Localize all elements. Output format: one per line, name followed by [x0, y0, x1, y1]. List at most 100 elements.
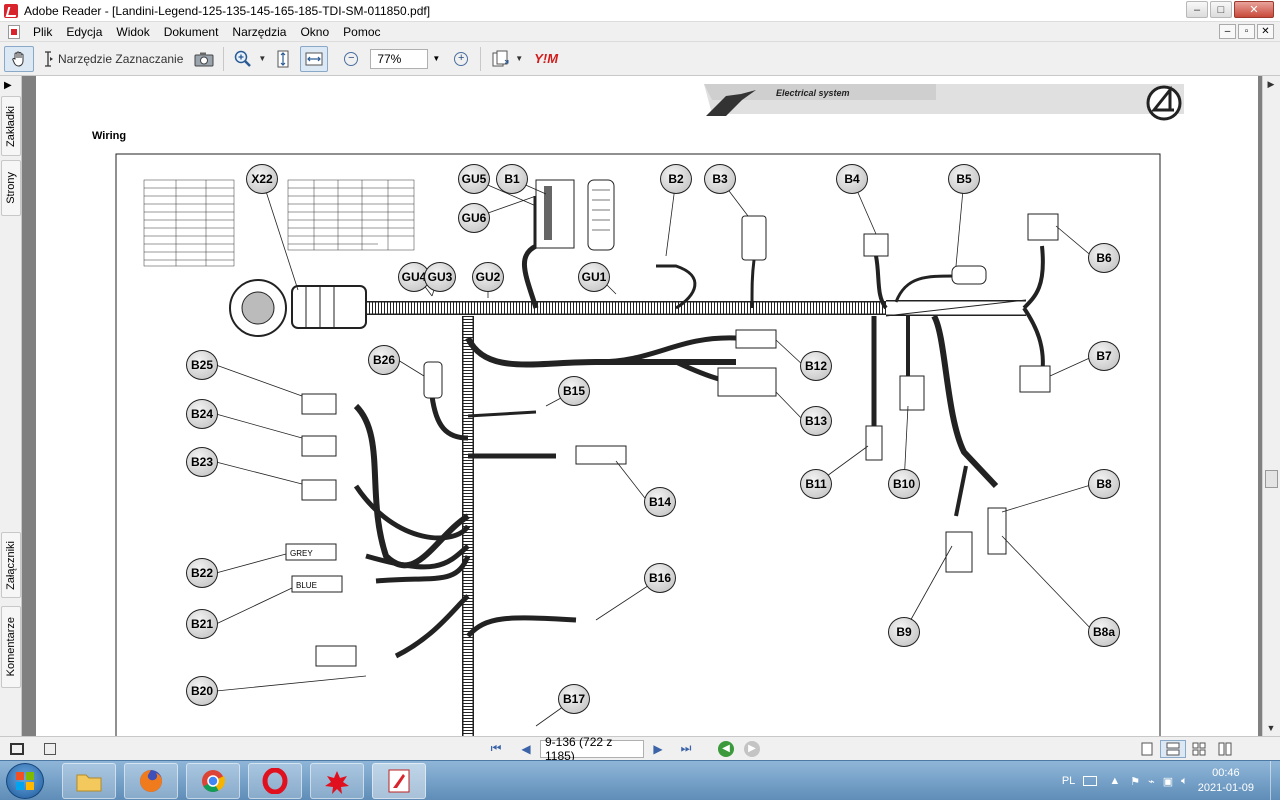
facing-view-button[interactable] — [1186, 740, 1212, 758]
callout-b8: B8 — [1088, 469, 1120, 499]
callout-b9: B9 — [888, 617, 920, 647]
page-number-input[interactable]: 9-136 (722 z 1185) — [540, 735, 644, 763]
scroll-down-arrow-icon[interactable]: ▼ — [1263, 719, 1279, 736]
zoom-out-button[interactable]: − — [338, 46, 364, 72]
menu-file[interactable]: Plik — [26, 25, 59, 39]
minimize-button[interactable]: – — [1186, 1, 1208, 18]
page-thumbnail-icon[interactable] — [44, 742, 56, 755]
network-icon[interactable]: ▣ — [1163, 775, 1173, 788]
callout-b8a: B8a — [1088, 617, 1120, 647]
callout-b1: B1 — [496, 164, 528, 194]
maximize-button[interactable]: □ — [1210, 1, 1232, 18]
doc-minimize-button[interactable]: – — [1219, 24, 1236, 39]
single-page-view-button[interactable] — [1134, 740, 1160, 758]
taskbar-chrome[interactable] — [186, 763, 240, 799]
taskbar-app-red[interactable] — [310, 763, 364, 799]
b20-connector — [315, 645, 357, 667]
forward-view-icon[interactable]: ▶ — [744, 740, 760, 757]
clock[interactable]: 00:46 2021-01-09 — [1198, 766, 1254, 796]
document-window-controls: – ▫ ✕ — [1219, 24, 1274, 39]
b6-connector — [1027, 213, 1059, 241]
back-view-icon[interactable]: ◀ — [718, 740, 734, 757]
b23-connector — [301, 479, 337, 501]
b7-connector — [1019, 365, 1051, 393]
first-page-button[interactable]: ⏮ — [488, 741, 504, 757]
title-bar: Adobe Reader - [Landini-Legend-125-135-1… — [0, 0, 1280, 22]
menu-tools[interactable]: Narzędzia — [225, 25, 293, 39]
zoom-dropdown-icon[interactable]: ▼ — [432, 54, 440, 63]
chevron-down-icon: ▼ — [258, 54, 267, 63]
doc-restore-button[interactable]: ▫ — [1238, 24, 1255, 39]
chevron-down-icon: ▼ — [515, 54, 524, 63]
callout-b5: B5 — [948, 164, 980, 194]
page-number-text: 9-136 (722 z 1185) — [545, 734, 613, 763]
show-hidden-icons-icon[interactable]: ▲ — [1109, 775, 1120, 787]
tab-comments[interactable]: Komentarze — [1, 606, 21, 688]
select-tool-button[interactable]: Narzędzie Zaznaczanie — [42, 46, 183, 72]
pdf-page[interactable]: Electrical system Wiring GREY BLUE X22 G… — [36, 76, 1258, 736]
wiring-diagram: Electrical system Wiring GREY BLUE — [92, 84, 1184, 736]
clock-time: 00:46 — [1212, 767, 1240, 779]
speaker-icon[interactable]: 🔈︎ — [1181, 775, 1188, 788]
b22-connector: GREY — [285, 543, 337, 561]
x22-connector — [229, 279, 367, 337]
taskbar-adobe-reader[interactable] — [372, 763, 426, 799]
tab-attachments[interactable]: Załączniki — [1, 532, 21, 598]
next-page-button[interactable]: ▶ — [650, 741, 666, 757]
doc-close-button[interactable]: ✕ — [1257, 24, 1274, 39]
last-page-button[interactable]: ⏭ — [678, 741, 694, 757]
usb-icon[interactable]: ⌁ — [1148, 775, 1155, 788]
page-layout-button[interactable]: ▼ — [491, 46, 523, 72]
header-text: Electrical system — [776, 88, 850, 98]
language-indicator[interactable]: PL — [1062, 775, 1075, 787]
blue-label: BLUE — [296, 581, 317, 590]
panel-arrow-icon[interactable]: ▶ — [4, 80, 12, 91]
callout-b15: B15 — [558, 376, 590, 406]
continuous-view-button[interactable] — [1160, 739, 1186, 758]
fit-height-icon — [277, 50, 289, 67]
yam-plugin-button[interactable]: Y!M — [533, 46, 559, 72]
panel-toggle-icon[interactable] — [10, 742, 24, 755]
taskbar-explorer[interactable] — [62, 763, 116, 799]
toolbar: Narzędzie Zaznaczanie ▼ − 77% ▼ + ▼ Y!M — [0, 42, 1280, 76]
snapshot-tool-button[interactable] — [191, 46, 217, 72]
zoom-in-button[interactable]: + — [448, 46, 474, 72]
menu-edit[interactable]: Edycja — [59, 25, 109, 39]
fit-width-button[interactable] — [300, 45, 329, 72]
tab-bookmarks[interactable]: Zakładki — [1, 96, 21, 156]
fit-page-button[interactable] — [270, 46, 296, 72]
grey-label: GREY — [290, 549, 313, 558]
show-desktop-button[interactable] — [1270, 761, 1280, 800]
adobe-reader-icon — [388, 769, 410, 793]
scroll-thumb[interactable] — [1265, 470, 1278, 488]
callout-b26: B26 — [368, 345, 400, 375]
b8-connector — [987, 507, 1007, 555]
callout-b20: B20 — [186, 676, 218, 706]
start-button[interactable] — [6, 763, 44, 799]
zoom-input[interactable]: 77% — [370, 48, 429, 69]
taskbar-firefox[interactable] — [124, 763, 178, 799]
menu-document[interactable]: Dokument — [157, 25, 226, 39]
taskbar-opera[interactable] — [248, 763, 302, 799]
previous-page-button[interactable]: ◀ — [518, 741, 534, 757]
hand-tool-button[interactable] — [4, 45, 34, 72]
vertical-scrollbar[interactable]: ▶ ▼ — [1262, 76, 1280, 736]
callout-gu5: GU5 — [458, 164, 490, 194]
document-area[interactable]: Electrical system Wiring GREY BLUE X22 G… — [22, 76, 1262, 736]
menu-window[interactable]: Okno — [293, 25, 336, 39]
menu-help[interactable]: Pomoc — [336, 25, 387, 39]
continuous-page-icon — [1166, 742, 1180, 755]
zoom-tool-button[interactable]: ▼ — [234, 46, 266, 72]
continuous-facing-view-button[interactable] — [1212, 740, 1238, 758]
b24-connector — [301, 435, 337, 457]
keyboard-icon[interactable] — [1083, 776, 1098, 786]
close-button[interactable]: ✕ — [1234, 1, 1274, 18]
tab-pages[interactable]: Strony — [1, 160, 21, 216]
document-icon[interactable] — [8, 24, 20, 39]
menu-view[interactable]: Widok — [109, 25, 156, 39]
scroll-up-arrow-icon[interactable]: ▶ — [1263, 76, 1279, 93]
action-center-icon[interactable]: ⚑ — [1130, 775, 1140, 788]
callout-b22: B22 — [186, 558, 218, 588]
b14-connector — [575, 445, 627, 465]
select-tool-label: Narzędzie Zaznaczanie — [58, 51, 184, 66]
